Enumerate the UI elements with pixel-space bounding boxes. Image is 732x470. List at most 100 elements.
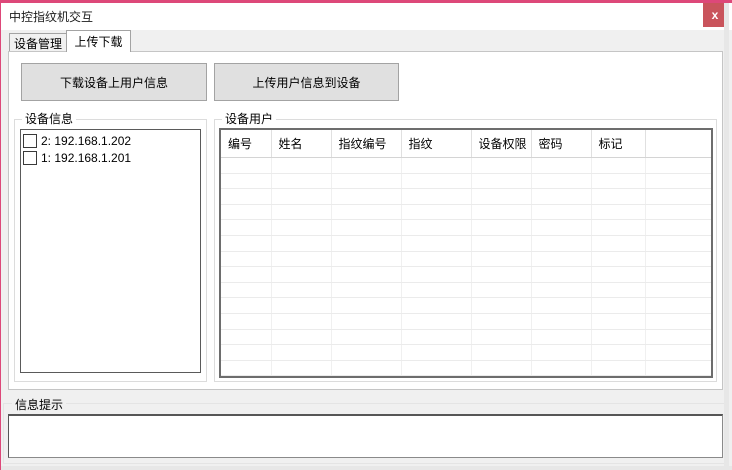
table-header-row: 编号 姓名 指纹编号 指纹 设备权限 密码 标记 <box>221 130 711 158</box>
tab-label: 设备管理 <box>14 35 62 52</box>
message-textbox[interactable] <box>8 414 723 458</box>
table-row[interactable] <box>221 204 711 220</box>
table-row[interactable] <box>221 235 711 251</box>
table-cell <box>271 235 331 251</box>
message-group-label: 信息提示 <box>12 396 66 413</box>
device-users-body <box>221 158 711 376</box>
table-cell <box>591 282 645 298</box>
download-users-button[interactable]: 下载设备上用户信息 <box>21 63 207 101</box>
table-cell <box>271 298 331 314</box>
col-header-blank <box>645 130 711 158</box>
table-cell <box>645 360 711 376</box>
table-cell <box>401 329 471 345</box>
table-cell <box>401 251 471 267</box>
table-cell <box>471 189 531 205</box>
table-cell <box>645 204 711 220</box>
table-cell <box>221 220 271 236</box>
table-cell <box>591 158 645 174</box>
tab-upload-download[interactable]: 上传下载 <box>66 30 131 52</box>
table-cell <box>221 204 271 220</box>
device-list-item[interactable]: 1: 192.168.1.201 <box>21 149 200 166</box>
table-cell <box>271 189 331 205</box>
table-cell <box>221 189 271 205</box>
window-edge-bottom <box>1 466 732 470</box>
table-row[interactable] <box>221 189 711 205</box>
table-cell <box>221 267 271 283</box>
table-cell <box>645 158 711 174</box>
table-cell <box>471 173 531 189</box>
col-header-name[interactable]: 姓名 <box>271 130 331 158</box>
device-label: 1: 192.168.1.201 <box>41 151 131 165</box>
table-cell <box>271 267 331 283</box>
table-cell <box>331 204 401 220</box>
table-cell <box>271 345 331 361</box>
device-list-item[interactable]: 2: 192.168.1.202 <box>21 132 200 149</box>
app-window: 中控指纹机交互 x 设备管理 上传下载 下载设备上用户信息 上传用户信息到设备 … <box>0 0 732 470</box>
table-cell <box>401 345 471 361</box>
col-header-fingerprint[interactable]: 指纹 <box>401 130 471 158</box>
table-cell <box>221 345 271 361</box>
table-cell <box>531 220 591 236</box>
col-header-password[interactable]: 密码 <box>531 130 591 158</box>
table-row[interactable] <box>221 267 711 283</box>
checkbox-icon[interactable] <box>23 134 37 148</box>
table-row[interactable] <box>221 158 711 174</box>
table-cell <box>531 313 591 329</box>
table-cell <box>591 360 645 376</box>
table-cell <box>221 360 271 376</box>
table-cell <box>331 173 401 189</box>
table-cell <box>331 189 401 205</box>
table-cell <box>645 345 711 361</box>
table-cell <box>471 158 531 174</box>
col-header-privilege[interactable]: 设备权限 <box>471 130 531 158</box>
table-cell <box>401 204 471 220</box>
title-bar[interactable]: 中控指纹机交互 <box>1 3 732 30</box>
table-cell <box>645 173 711 189</box>
table-cell <box>591 189 645 205</box>
table-cell <box>221 235 271 251</box>
table-cell <box>221 313 271 329</box>
table-cell <box>531 282 591 298</box>
table-cell <box>401 360 471 376</box>
table-cell <box>271 251 331 267</box>
table-row[interactable] <box>221 173 711 189</box>
table-row[interactable] <box>221 220 711 236</box>
table-row[interactable] <box>221 251 711 267</box>
table-cell <box>221 329 271 345</box>
table-row[interactable] <box>221 345 711 361</box>
table-row[interactable] <box>221 298 711 314</box>
table-cell <box>591 251 645 267</box>
table-cell <box>531 267 591 283</box>
checkbox-icon[interactable] <box>23 151 37 165</box>
table-cell <box>531 360 591 376</box>
device-users-group-label: 设备用户 <box>222 112 276 126</box>
table-cell <box>331 329 401 345</box>
table-cell <box>331 298 401 314</box>
table-row[interactable] <box>221 313 711 329</box>
table-cell <box>471 360 531 376</box>
table-cell <box>221 298 271 314</box>
upload-users-button[interactable]: 上传用户信息到设备 <box>214 63 399 101</box>
device-label: 2: 192.168.1.202 <box>41 134 131 148</box>
table-row[interactable] <box>221 360 711 376</box>
tab-device-management[interactable]: 设备管理 <box>9 33 67 52</box>
device-list[interactable]: 2: 192.168.1.202 1: 192.168.1.201 <box>20 129 201 373</box>
window-accent-border-left <box>0 0 1 470</box>
table-cell <box>271 282 331 298</box>
table-cell <box>271 220 331 236</box>
table-cell <box>221 251 271 267</box>
table-cell <box>271 173 331 189</box>
table-cell <box>645 220 711 236</box>
upload-download-panel: 下载设备上用户信息 上传用户信息到设备 设备信息 2: 192.168.1.20… <box>8 51 723 390</box>
table-cell <box>471 251 531 267</box>
table-cell <box>271 360 331 376</box>
col-header-mark[interactable]: 标记 <box>591 130 645 158</box>
col-header-fingerprint-no[interactable]: 指纹编号 <box>331 130 401 158</box>
device-users-table[interactable]: 编号 姓名 指纹编号 指纹 设备权限 密码 标记 <box>219 128 713 378</box>
table-cell <box>471 345 531 361</box>
table-cell <box>591 220 645 236</box>
table-row[interactable] <box>221 329 711 345</box>
table-row[interactable] <box>221 282 711 298</box>
table-cell <box>401 220 471 236</box>
col-header-id[interactable]: 编号 <box>221 130 271 158</box>
